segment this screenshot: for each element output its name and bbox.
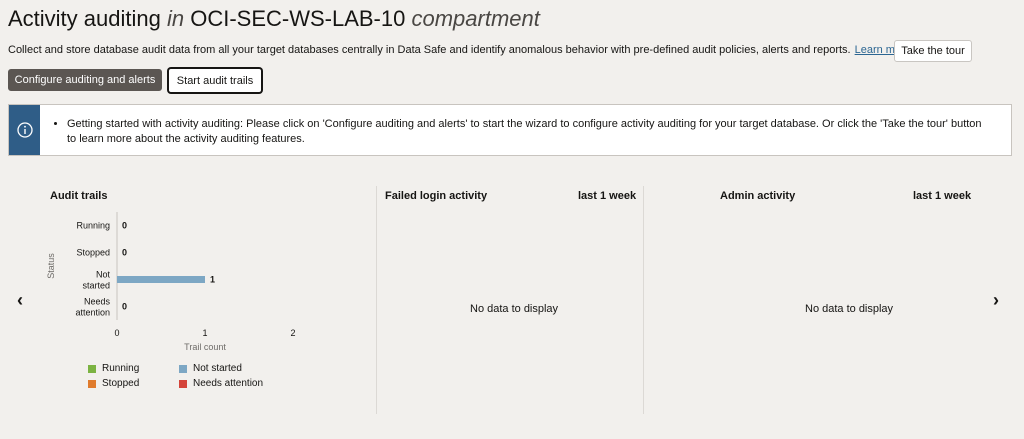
failed-login-title: Failed login activity bbox=[385, 190, 488, 202]
carousel-prev-icon[interactable]: ‹ bbox=[17, 290, 23, 311]
bar-value-label: 1 bbox=[210, 275, 215, 285]
legend-label: Not started bbox=[193, 363, 242, 374]
info-icon-strip bbox=[9, 105, 40, 155]
carousel-next-icon[interactable]: › bbox=[993, 290, 999, 311]
legend-label: Running bbox=[102, 363, 140, 374]
legend-item: Stopped bbox=[88, 378, 139, 389]
page-title: Activity auditing in OCI-SEC-WS-LAB-10 c… bbox=[8, 6, 540, 32]
x-tick-label: 0 bbox=[114, 328, 119, 338]
y-tick-label: Running bbox=[76, 221, 110, 231]
start-audit-trails-button[interactable]: Start audit trails bbox=[168, 68, 262, 93]
x-axis-title: Trail count bbox=[184, 342, 226, 352]
audit-trails-title: Audit trails bbox=[50, 190, 108, 202]
take-tour-button[interactable]: Take the tour bbox=[894, 40, 972, 62]
title-in: in bbox=[166, 6, 185, 31]
legend-swatch bbox=[88, 364, 96, 373]
description-text: Collect and store database audit data fr… bbox=[8, 44, 851, 56]
bar-value-label: 0 bbox=[122, 221, 127, 231]
legend-swatch bbox=[88, 379, 96, 388]
y-tick-label: Needs bbox=[84, 297, 111, 307]
y-tick-label: Not bbox=[96, 270, 111, 280]
title-main: Activity auditing bbox=[8, 6, 167, 31]
panel-divider bbox=[376, 186, 377, 414]
audit-trails-chart: Status Running 0 Stopped 0 Notstarted 1 Needsat… bbox=[46, 212, 296, 352]
legend-item: Not started bbox=[179, 363, 242, 374]
info-banner: Getting started with activity auditing: … bbox=[8, 104, 1012, 156]
x-tick-label: 2 bbox=[290, 328, 295, 338]
bar-value-label: 0 bbox=[122, 248, 127, 258]
legend-item: Needs attention bbox=[179, 378, 263, 389]
title-suffix: compartment bbox=[411, 6, 540, 31]
legend-label: Stopped bbox=[102, 378, 140, 389]
banner-bullet: Getting started with activity auditing: … bbox=[67, 117, 993, 147]
legend-swatch bbox=[179, 379, 187, 388]
y-tick-label: started bbox=[82, 281, 110, 291]
admin-activity-title: Admin activity bbox=[720, 190, 796, 202]
legend-swatch bbox=[179, 364, 187, 373]
admin-activity-period: last 1 week bbox=[913, 190, 972, 202]
bar-value-label: 0 bbox=[122, 302, 127, 312]
admin-activity-empty: No data to display bbox=[805, 303, 894, 315]
y-tick-label: Stopped bbox=[76, 248, 110, 258]
failed-login-period: last 1 week bbox=[578, 190, 637, 202]
y-axis-title: Status bbox=[46, 253, 56, 279]
y-tick-label: attention bbox=[75, 308, 110, 318]
bar bbox=[117, 276, 205, 283]
info-icon bbox=[16, 122, 33, 138]
x-tick-label: 1 bbox=[202, 328, 207, 338]
panel-divider bbox=[643, 186, 644, 414]
title-compartment: OCI-SEC-WS-LAB-10 bbox=[184, 6, 412, 31]
legend-label: Needs attention bbox=[193, 378, 264, 389]
failed-login-empty: No data to display bbox=[470, 303, 559, 315]
configure-auditing-button[interactable]: Configure auditing and alerts bbox=[8, 69, 162, 91]
legend-item: Running bbox=[88, 363, 139, 374]
page-description: Collect and store database audit data fr… bbox=[8, 44, 911, 56]
banner-text: Getting started with activity auditing: … bbox=[53, 117, 993, 147]
